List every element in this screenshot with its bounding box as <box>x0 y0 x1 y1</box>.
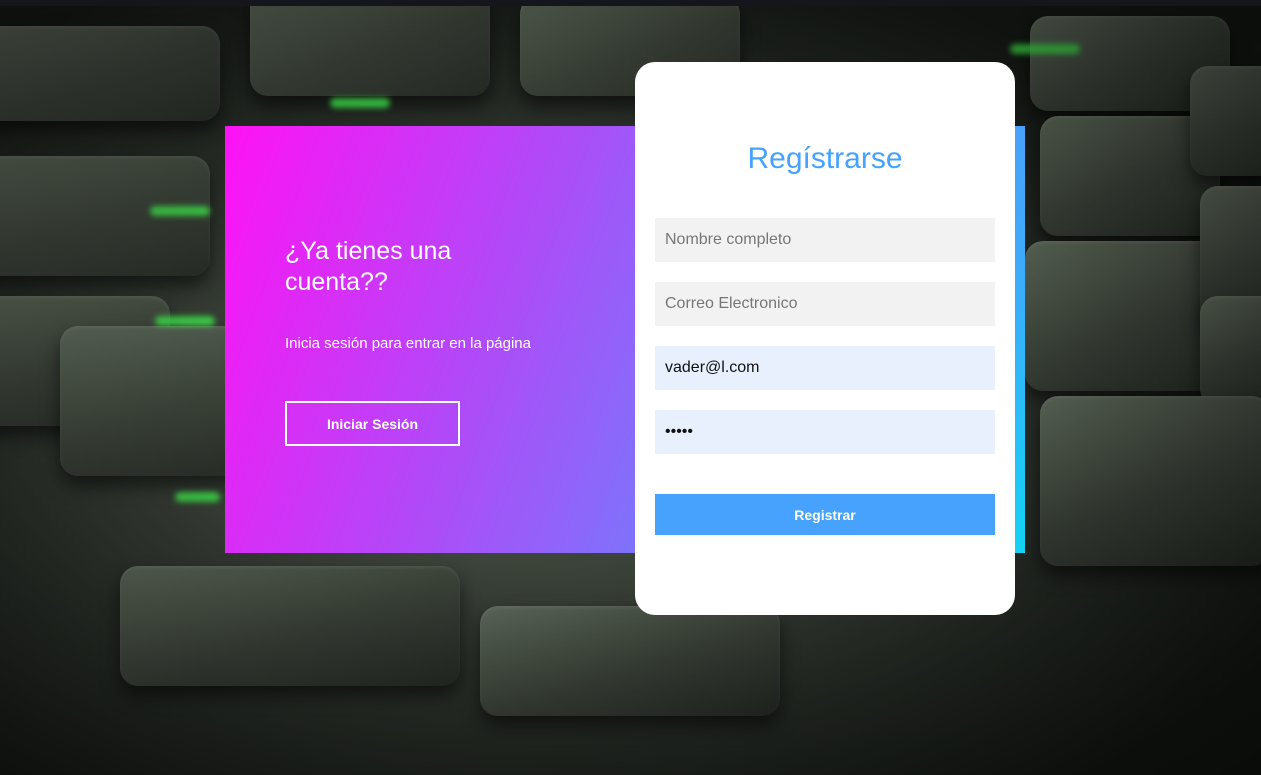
full-name-input[interactable] <box>655 218 995 262</box>
password-input[interactable] <box>655 410 995 454</box>
login-prompt-subtitle: Inicia sesión para entrar en la página <box>285 335 531 352</box>
register-card: Regístrarse Registrar <box>635 62 1015 615</box>
username-input[interactable] <box>655 346 995 390</box>
login-prompt-title: ¿Ya tienes una cuenta?? <box>285 237 452 296</box>
register-button[interactable]: Registrar <box>655 494 995 535</box>
login-prompt-content: ¿Ya tienes una cuenta?? Inicia sesión pa… <box>285 236 585 446</box>
email-input[interactable] <box>655 282 995 326</box>
register-title: Regístrarse <box>747 142 903 175</box>
login-button[interactable]: Iniciar Sesión <box>285 401 460 446</box>
